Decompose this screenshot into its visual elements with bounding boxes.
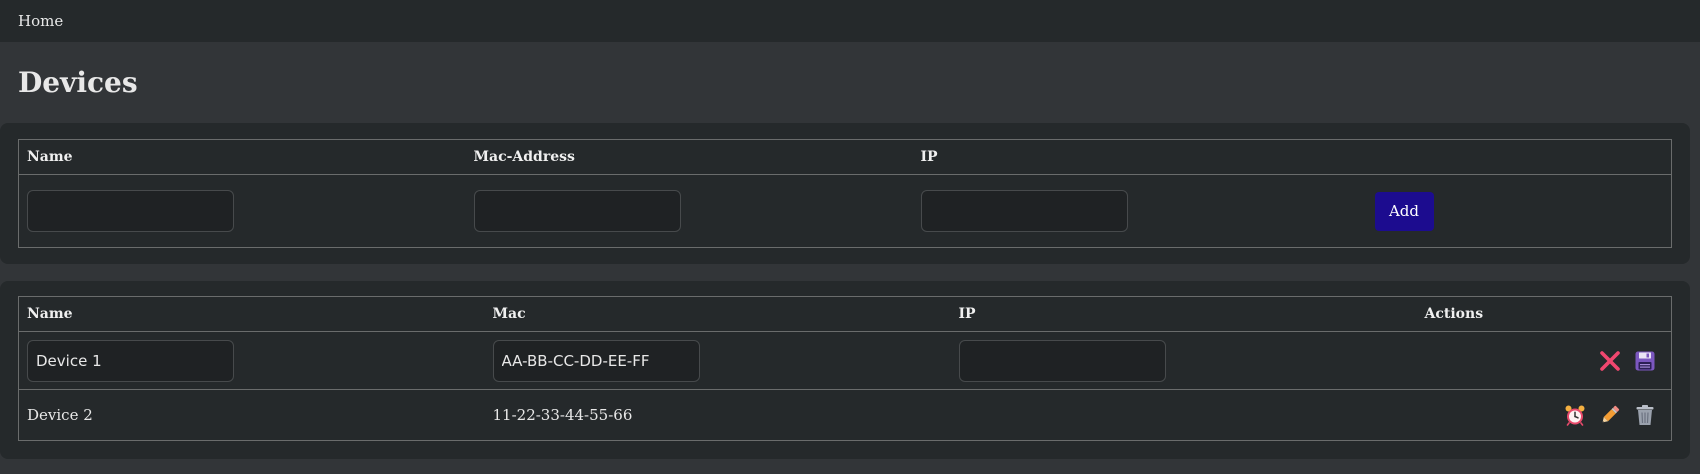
column-header-ip: IP xyxy=(950,296,1417,332)
nav-home-link[interactable]: Home xyxy=(18,12,63,30)
add-ip-input[interactable] xyxy=(920,190,1128,232)
devices-card: Name Mac IP Actions Device 1 AA-BB-CC-DD… xyxy=(0,281,1690,459)
edit-mac-cell xyxy=(484,331,951,390)
edit-ip-input[interactable] xyxy=(958,339,1166,382)
add-device-header-row: Name Mac-Address IP xyxy=(18,139,1672,175)
row-actions xyxy=(1425,403,1664,427)
alarm-clock-icon[interactable] xyxy=(1563,403,1587,427)
edit-name-input[interactable] xyxy=(27,339,234,382)
pencil-icon[interactable] xyxy=(1598,403,1622,427)
row-actions xyxy=(1425,349,1664,373)
column-header-actions: Actions xyxy=(1416,296,1672,332)
device-name-cell: Device 2 xyxy=(27,406,93,424)
column-header-empty xyxy=(1366,139,1672,175)
add-device-table: Name Mac-Address IP Add xyxy=(18,139,1672,248)
page-title: Devices xyxy=(18,66,138,99)
table-row xyxy=(18,331,1672,390)
edit-actions-cell xyxy=(1416,331,1672,390)
column-header-ip: IP xyxy=(912,139,1367,175)
add-mac-cell xyxy=(466,175,913,248)
add-name-input[interactable] xyxy=(27,190,234,232)
device-mac-cell: 11-22-33-44-55-66 xyxy=(492,406,633,424)
add-ip-cell xyxy=(913,175,1367,248)
device-actions-cell xyxy=(1417,390,1672,441)
top-nav: Home xyxy=(0,0,1700,42)
devices-header-row: Name Mac IP Actions xyxy=(18,296,1672,332)
table-row: Device 2 11-22-33-44-55-66 xyxy=(19,390,1672,441)
add-device-row: Add xyxy=(19,175,1672,248)
cancel-icon[interactable] xyxy=(1598,349,1622,373)
add-mac-input[interactable] xyxy=(473,190,681,232)
devices-table: Name Mac IP Actions Device 1 AA-BB-CC-DD… xyxy=(18,296,1672,441)
add-button-cell: Add xyxy=(1367,175,1672,248)
add-button[interactable]: Add xyxy=(1374,191,1434,231)
add-device-card: Name Mac-Address IP Add xyxy=(0,123,1690,264)
trash-icon[interactable] xyxy=(1633,403,1657,427)
edit-name-cell xyxy=(18,331,485,390)
add-name-cell xyxy=(19,175,466,248)
column-header-mac: Mac xyxy=(484,296,951,332)
column-header-name: Name xyxy=(18,296,485,332)
device-ip-cell xyxy=(951,390,1417,441)
save-icon[interactable] xyxy=(1633,349,1657,373)
edit-ip-cell xyxy=(950,331,1417,390)
column-header-name: Name xyxy=(18,139,466,175)
column-header-mac-address: Mac-Address xyxy=(465,139,913,175)
edit-mac-input[interactable] xyxy=(492,339,700,382)
